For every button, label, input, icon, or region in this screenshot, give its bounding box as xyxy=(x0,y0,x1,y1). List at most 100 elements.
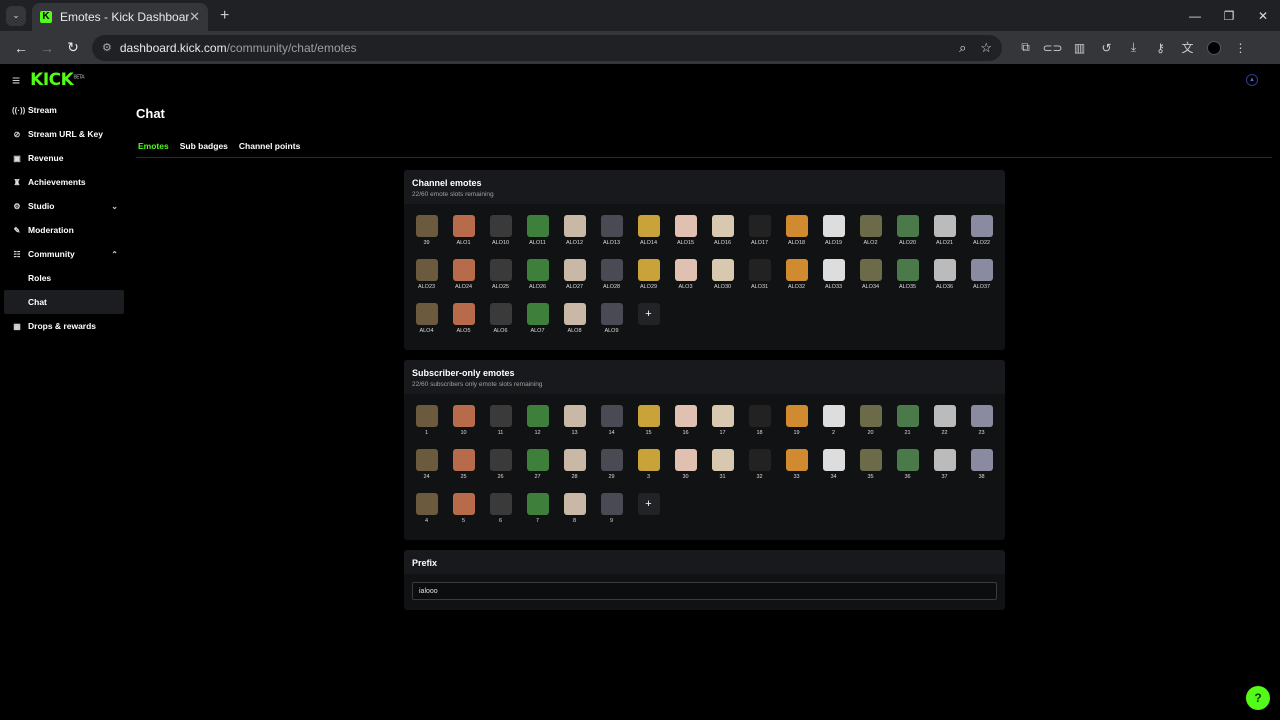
back-icon[interactable]: ← xyxy=(8,40,34,56)
emote-item[interactable]: 22 xyxy=(926,402,963,446)
zoom-icon[interactable]: ⌕ xyxy=(959,40,966,56)
emote-item[interactable]: 11 xyxy=(482,402,519,446)
emote-item[interactable]: 6 xyxy=(482,490,519,534)
emote-item[interactable]: ALO36 xyxy=(926,256,963,300)
emote-item[interactable]: 14 xyxy=(593,402,630,446)
emote-item[interactable]: ALO26 xyxy=(519,256,556,300)
tab-channel-points[interactable]: Channel points xyxy=(237,139,302,158)
emote-item[interactable]: 35 xyxy=(852,446,889,490)
hamburger-menu-icon[interactable]: ≡ xyxy=(12,72,20,88)
emote-item[interactable]: 16 xyxy=(667,402,704,446)
url-input[interactable]: ⚙ dashboard.kick.com/community/chat/emot… xyxy=(92,34,1002,61)
emote-item[interactable]: 39 xyxy=(408,212,445,256)
emote-item[interactable]: ALO28 xyxy=(593,256,630,300)
emote-item[interactable]: ALO35 xyxy=(889,256,926,300)
maximize-icon[interactable]: ❐ xyxy=(1212,0,1246,31)
key-icon[interactable]: ⚷ xyxy=(1147,41,1174,55)
prefix-input[interactable]: ialooo xyxy=(412,582,997,600)
emote-item[interactable]: ALO2 xyxy=(852,212,889,256)
site-info-icon[interactable]: ⚙ xyxy=(102,41,112,54)
sidebar-item-achievements[interactable]: ♜ Achievements xyxy=(0,170,128,194)
emote-item[interactable]: 30 xyxy=(667,446,704,490)
emote-item[interactable]: ALO20 xyxy=(889,212,926,256)
emote-item[interactable]: 4 xyxy=(408,490,445,534)
emote-item[interactable]: ALO23 xyxy=(408,256,445,300)
emote-item[interactable]: ALO14 xyxy=(630,212,667,256)
sidebar-item-chat[interactable]: Chat xyxy=(4,290,124,314)
window-close-icon[interactable]: ✕ xyxy=(1246,0,1280,31)
forward-icon[interactable]: → xyxy=(34,40,60,56)
emote-item[interactable]: ALO8 xyxy=(556,300,593,344)
emote-item[interactable]: ALO3 xyxy=(667,256,704,300)
help-chat-icon[interactable]: ? xyxy=(1246,686,1270,710)
emote-item[interactable]: ALO34 xyxy=(852,256,889,300)
emote-item[interactable]: 29 xyxy=(593,446,630,490)
emote-item[interactable]: 1 xyxy=(408,402,445,446)
emote-item[interactable]: 21 xyxy=(889,402,926,446)
emote-item[interactable]: 19 xyxy=(778,402,815,446)
emote-item[interactable]: ALO32 xyxy=(778,256,815,300)
sidebar-item-community[interactable]: ☷ Community ⌃ xyxy=(0,242,128,266)
emote-item[interactable]: ALO7 xyxy=(519,300,556,344)
emote-item[interactable]: ALO5 xyxy=(445,300,482,344)
sidebar-item-studio[interactable]: ⚙ Studio ⌄ xyxy=(0,194,128,218)
emote-item[interactable]: 34 xyxy=(815,446,852,490)
emote-item[interactable]: ALO9 xyxy=(593,300,630,344)
history-icon[interactable]: ↺ xyxy=(1093,41,1120,55)
emote-item[interactable]: 5 xyxy=(445,490,482,534)
add-emote-button[interactable]: + xyxy=(630,490,667,534)
extensions-icon[interactable]: ⧉ xyxy=(1012,40,1039,55)
emote-item[interactable]: 8 xyxy=(556,490,593,534)
emote-item[interactable]: 31 xyxy=(704,446,741,490)
emote-item[interactable]: 38 xyxy=(963,446,1000,490)
emote-item[interactable]: 13 xyxy=(556,402,593,446)
kick-logo[interactable]: KICKBETA xyxy=(30,70,84,90)
tab-search-icon[interactable]: ⌄ xyxy=(6,5,26,26)
emote-item[interactable]: ALO15 xyxy=(667,212,704,256)
download-icon[interactable]: ⤓ xyxy=(1120,40,1147,55)
tab-sub-badges[interactable]: Sub badges xyxy=(178,139,230,158)
emote-item[interactable]: 3 xyxy=(630,446,667,490)
link-ext-icon[interactable]: ⊂⊃ xyxy=(1039,41,1066,55)
emote-item[interactable]: ALO21 xyxy=(926,212,963,256)
emote-item[interactable]: ALO31 xyxy=(741,256,778,300)
emote-item[interactable]: ALO6 xyxy=(482,300,519,344)
emote-item[interactable]: 7 xyxy=(519,490,556,534)
emote-item[interactable]: 10 xyxy=(445,402,482,446)
sidebar-item-moderation[interactable]: ✎ Moderation xyxy=(0,218,128,242)
reload-icon[interactable]: ↻ xyxy=(60,39,86,56)
emote-item[interactable]: ALO19 xyxy=(815,212,852,256)
tab-emotes[interactable]: Emotes xyxy=(136,139,171,158)
emote-item[interactable]: ALO1 xyxy=(445,212,482,256)
emote-item[interactable]: 23 xyxy=(963,402,1000,446)
emote-item[interactable]: ALO11 xyxy=(519,212,556,256)
emote-item[interactable]: ALO16 xyxy=(704,212,741,256)
emote-item[interactable]: ALO27 xyxy=(556,256,593,300)
emote-item[interactable]: ALO25 xyxy=(482,256,519,300)
emote-item[interactable]: ALO30 xyxy=(704,256,741,300)
browser-menu-icon[interactable]: ⋮ xyxy=(1227,41,1254,55)
emote-item[interactable]: ALO33 xyxy=(815,256,852,300)
emote-item[interactable]: ALO22 xyxy=(963,212,1000,256)
emote-item[interactable]: 33 xyxy=(778,446,815,490)
emote-item[interactable]: ALO13 xyxy=(593,212,630,256)
trash-ext-icon[interactable]: ▥ xyxy=(1066,41,1093,55)
emote-item[interactable]: ALO24 xyxy=(445,256,482,300)
notification-icon[interactable]: ▲ xyxy=(1246,74,1258,86)
sidebar-item-drops[interactable]: ▦ Drops & rewards xyxy=(0,314,128,338)
emote-item[interactable]: ALO29 xyxy=(630,256,667,300)
sidebar-item-revenue[interactable]: ▣ Revenue xyxy=(0,146,128,170)
profile-avatar[interactable] xyxy=(1207,40,1221,55)
emote-item[interactable]: 9 xyxy=(593,490,630,534)
emote-item[interactable]: ALO18 xyxy=(778,212,815,256)
sidebar-item-roles[interactable]: Roles xyxy=(0,266,128,290)
emote-item[interactable]: 18 xyxy=(741,402,778,446)
emote-item[interactable]: ALO4 xyxy=(408,300,445,344)
bookmark-star-icon[interactable]: ☆ xyxy=(980,40,992,56)
new-tab-icon[interactable]: + xyxy=(220,7,229,25)
sidebar-item-stream[interactable]: ((·)) Stream xyxy=(0,98,128,122)
browser-tab[interactable]: K Emotes - Kick Dashboard ✕ xyxy=(32,3,208,31)
emote-item[interactable]: 27 xyxy=(519,446,556,490)
emote-item[interactable]: 12 xyxy=(519,402,556,446)
emote-item[interactable]: 20 xyxy=(852,402,889,446)
